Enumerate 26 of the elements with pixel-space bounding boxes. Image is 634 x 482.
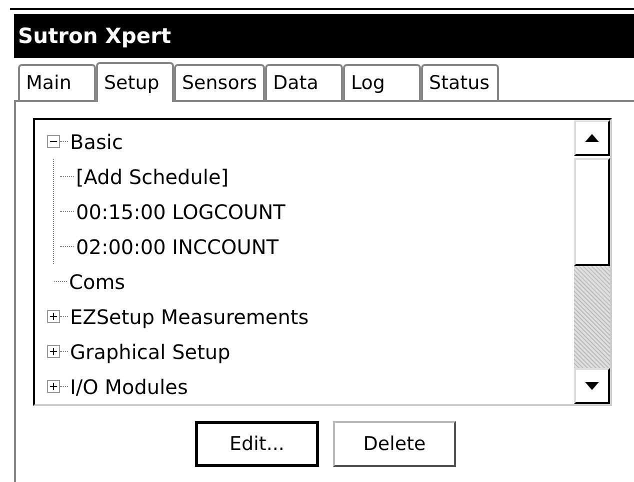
collapse-icon[interactable] xyxy=(47,135,60,148)
window-title: Sutron Xpert xyxy=(18,24,172,48)
edit-button[interactable]: Edit... xyxy=(195,421,319,467)
tab[interactable]: Main xyxy=(18,64,96,100)
tab[interactable]: Sensors xyxy=(174,64,266,100)
scroll-up-button[interactable] xyxy=(574,120,610,156)
expand-icon[interactable] xyxy=(47,380,60,393)
tree-item[interactable]: I/O Modules xyxy=(68,374,190,398)
tab[interactable]: Log xyxy=(343,64,422,100)
tree-item[interactable]: [Add Schedule] xyxy=(74,164,231,188)
tree-item[interactable]: Coms xyxy=(67,270,128,294)
tree-item[interactable]: EZSetup Measurements xyxy=(68,304,311,328)
tab[interactable]: Data xyxy=(265,64,344,100)
scroll-down-button[interactable] xyxy=(574,368,610,404)
tree-item[interactable]: 02:00:00 INCCOUNT xyxy=(74,234,281,258)
expand-icon[interactable] xyxy=(47,310,60,323)
down-arrow-icon xyxy=(585,382,599,390)
expand-icon[interactable] xyxy=(47,345,60,358)
tab[interactable]: Setup xyxy=(96,62,174,102)
scroll-thumb[interactable] xyxy=(574,158,610,266)
delete-button[interactable]: Delete xyxy=(333,421,456,467)
tab[interactable]: Status xyxy=(421,64,500,100)
tree-item[interactable]: Graphical Setup xyxy=(68,340,232,364)
tree-item[interactable]: 00:15:00 LOGCOUNT xyxy=(74,200,288,224)
tree-item[interactable]: Basic xyxy=(68,130,125,154)
up-arrow-icon xyxy=(585,134,599,142)
